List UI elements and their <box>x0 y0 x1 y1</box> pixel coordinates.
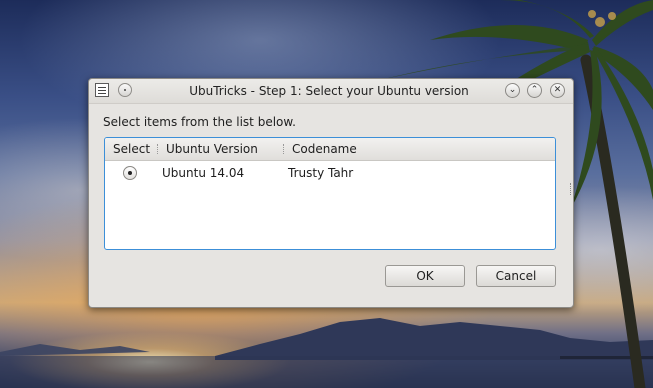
resize-grip[interactable] <box>570 183 573 195</box>
version-cell: Ubuntu 14.04 <box>162 166 245 180</box>
list-row[interactable]: Ubuntu 14.04 Trusty Tahr <box>105 162 555 184</box>
chevron-down-icon[interactable]: ⌄ <box>505 83 520 98</box>
dialog-window: UbuTricks - Step 1: Select your Ubuntu v… <box>88 78 574 308</box>
column-header-select[interactable]: Select <box>113 142 150 156</box>
column-separator <box>283 144 285 154</box>
version-list[interactable]: Select Ubuntu Version Codename Ubuntu 14… <box>104 137 556 250</box>
window-title: UbuTricks - Step 1: Select your Ubuntu v… <box>189 84 469 98</box>
instruction-text: Select items from the list below. <box>103 115 296 129</box>
app-menu-icon[interactable] <box>95 83 109 97</box>
column-separator <box>157 144 159 154</box>
column-header-codename[interactable]: Codename <box>292 142 357 156</box>
list-header: Select Ubuntu Version Codename <box>105 138 555 161</box>
chevron-up-icon[interactable]: ⌃ <box>527 83 542 98</box>
column-header-ubuntu-version[interactable]: Ubuntu Version <box>166 142 258 156</box>
select-radio[interactable] <box>123 166 137 180</box>
title-bar[interactable]: UbuTricks - Step 1: Select your Ubuntu v… <box>89 79 573 104</box>
cancel-button[interactable]: Cancel <box>476 265 556 287</box>
codename-cell: Trusty Tahr <box>288 166 354 180</box>
ok-button[interactable]: OK <box>385 265 465 287</box>
pin-icon[interactable] <box>118 83 132 97</box>
close-icon[interactable]: ✕ <box>550 83 565 98</box>
